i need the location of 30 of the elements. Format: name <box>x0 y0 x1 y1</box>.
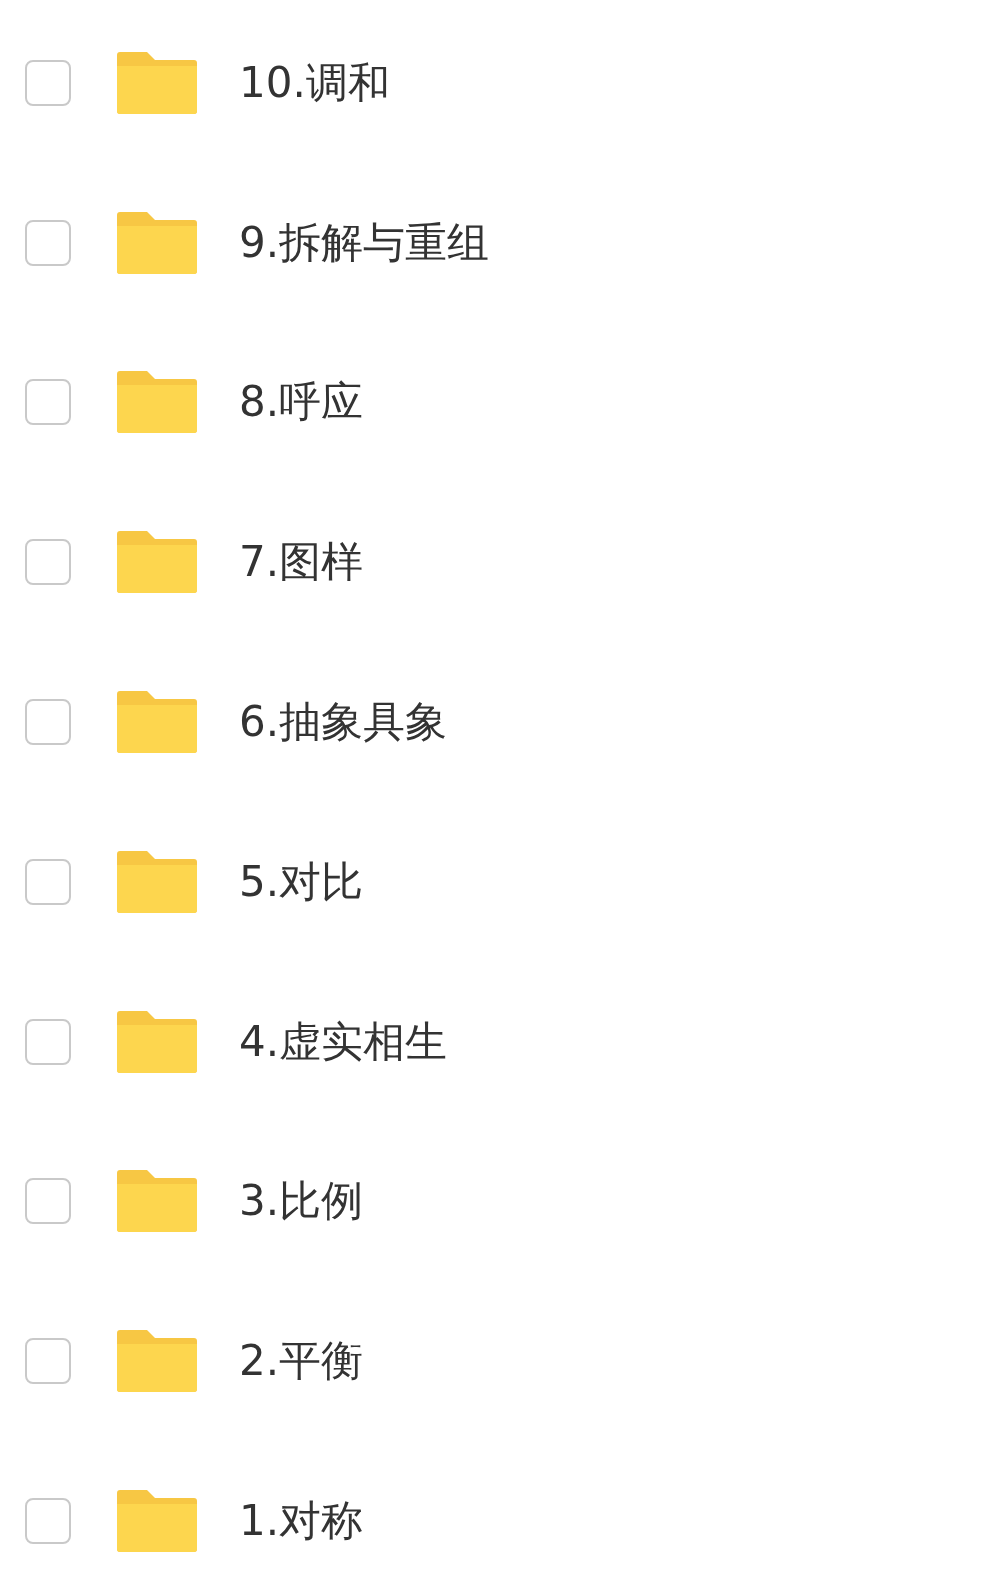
checkbox[interactable] <box>25 858 71 905</box>
checkbox[interactable] <box>25 699 71 746</box>
folder-icon <box>117 1010 197 1073</box>
folder-icon <box>117 691 197 754</box>
folder-name[interactable]: 9.拆解与重组 <box>239 214 490 271</box>
checkbox[interactable] <box>25 1498 71 1545</box>
folder-name[interactable]: 4.虚实相生 <box>239 1013 448 1070</box>
folder-name[interactable]: 5.对比 <box>239 853 364 910</box>
folder-name[interactable]: 1.对称 <box>239 1493 364 1550</box>
folder-icon <box>117 371 197 434</box>
checkbox[interactable] <box>25 1338 71 1385</box>
folder-icon <box>117 1490 197 1553</box>
folder-name[interactable]: 2.平衡 <box>239 1333 364 1390</box>
checkbox[interactable] <box>25 1018 71 1065</box>
folder-name[interactable]: 3.比例 <box>239 1173 364 1230</box>
folder-icon <box>117 51 197 114</box>
folder-icon <box>117 1170 197 1233</box>
folder-name[interactable]: 6.抽象具象 <box>239 694 448 751</box>
folder-name[interactable]: 8.呼应 <box>239 374 364 431</box>
folder-icon <box>117 1330 197 1393</box>
checkbox[interactable] <box>25 1178 71 1225</box>
folder-icon <box>117 531 197 594</box>
checkbox[interactable] <box>25 379 71 426</box>
folder-icon <box>117 850 197 913</box>
checkbox[interactable] <box>25 219 71 266</box>
folder-icon <box>117 211 197 274</box>
checkbox[interactable] <box>25 539 71 586</box>
folder-name[interactable]: 10.调和 <box>239 54 390 111</box>
checkbox[interactable] <box>25 59 71 106</box>
folder-name[interactable]: 7.图样 <box>239 534 364 591</box>
